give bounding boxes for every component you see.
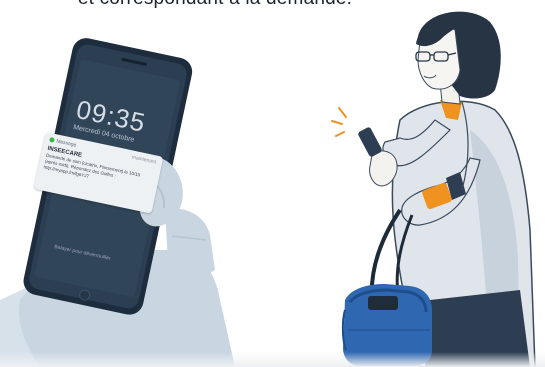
left-fingers [165, 208, 215, 277]
illustration: et correspondant à la demande. [0, 0, 545, 367]
notification-app-name: Message [55, 138, 77, 149]
bottom-fade [0, 352, 545, 367]
notification-time: maintenant [131, 154, 157, 166]
message-icon [49, 136, 55, 143]
small-phone [358, 127, 382, 157]
sparkle-lines-icon [331, 107, 347, 137]
